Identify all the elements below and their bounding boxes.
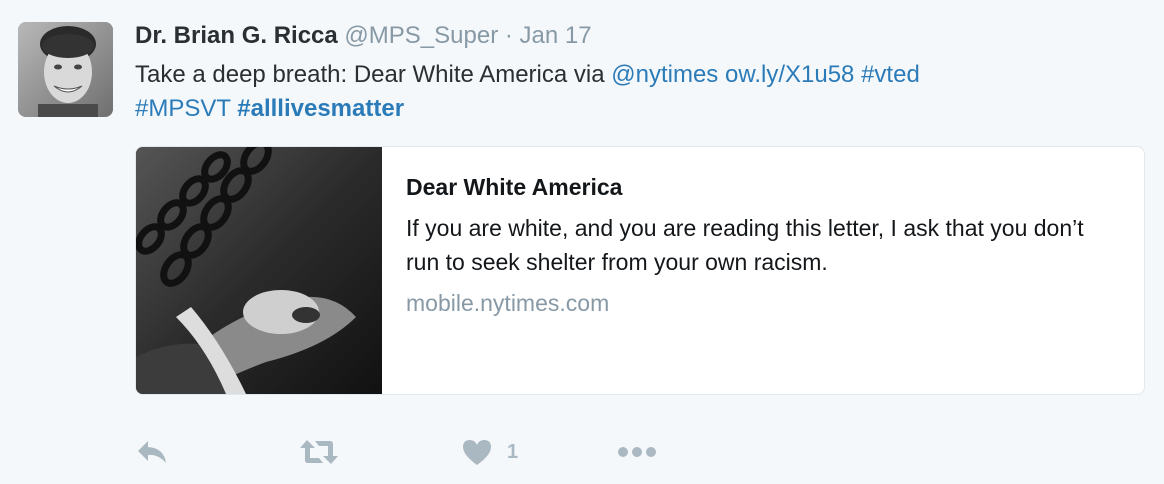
retweet-button[interactable] (299, 432, 339, 472)
author-username[interactable]: @MPS_Super (344, 22, 498, 49)
hashtag-mpsvt[interactable]: #MPSVT (135, 95, 231, 122)
reply-icon (138, 441, 166, 463)
reply-button[interactable] (135, 432, 169, 472)
tweet-timestamp[interactable]: Jan 17 (520, 22, 592, 49)
tweet-text-plain: Take a deep breath: Dear White America v… (135, 61, 612, 88)
mention-link[interactable]: @nytimes (611, 61, 718, 88)
tweet: Dr. Brian G. Ricca @MPS_Super · Jan 17 T… (0, 0, 1164, 484)
url-link[interactable]: ow.ly/X1u58 (725, 61, 854, 88)
tweet-text: Take a deep breath: Dear White America v… (135, 58, 1125, 126)
like-count: 1 (507, 440, 519, 463)
card-description: If you are white, and you are reading th… (406, 215, 1084, 275)
avatar-photo (18, 22, 113, 117)
card-title[interactable]: Dear White America (406, 171, 1121, 203)
card-image[interactable] (136, 147, 382, 394)
more-icon (618, 447, 656, 457)
avatar[interactable] (18, 22, 113, 117)
heart-icon (463, 440, 491, 465)
header-separator: · (504, 22, 513, 49)
hashtag-vted[interactable]: #vted (861, 61, 920, 88)
retweet-icon (300, 440, 338, 464)
author-fullname[interactable]: Dr. Brian G. Ricca (135, 22, 338, 49)
text-space (718, 61, 725, 88)
card-photo (136, 147, 382, 394)
link-card[interactable]: Dear White America If you are white, and… (135, 146, 1145, 395)
card-domain: mobile.nytimes.com (406, 290, 610, 316)
card-body: Dear White America If you are white, and… (406, 171, 1121, 319)
more-button[interactable] (617, 432, 657, 472)
like-button[interactable]: 1 (461, 432, 518, 472)
tweet-header: Dr. Brian G. Ricca @MPS_Super · Jan 17 (135, 20, 592, 52)
hashtag-alllivesmatter[interactable]: #alllivesmatter (237, 95, 404, 122)
